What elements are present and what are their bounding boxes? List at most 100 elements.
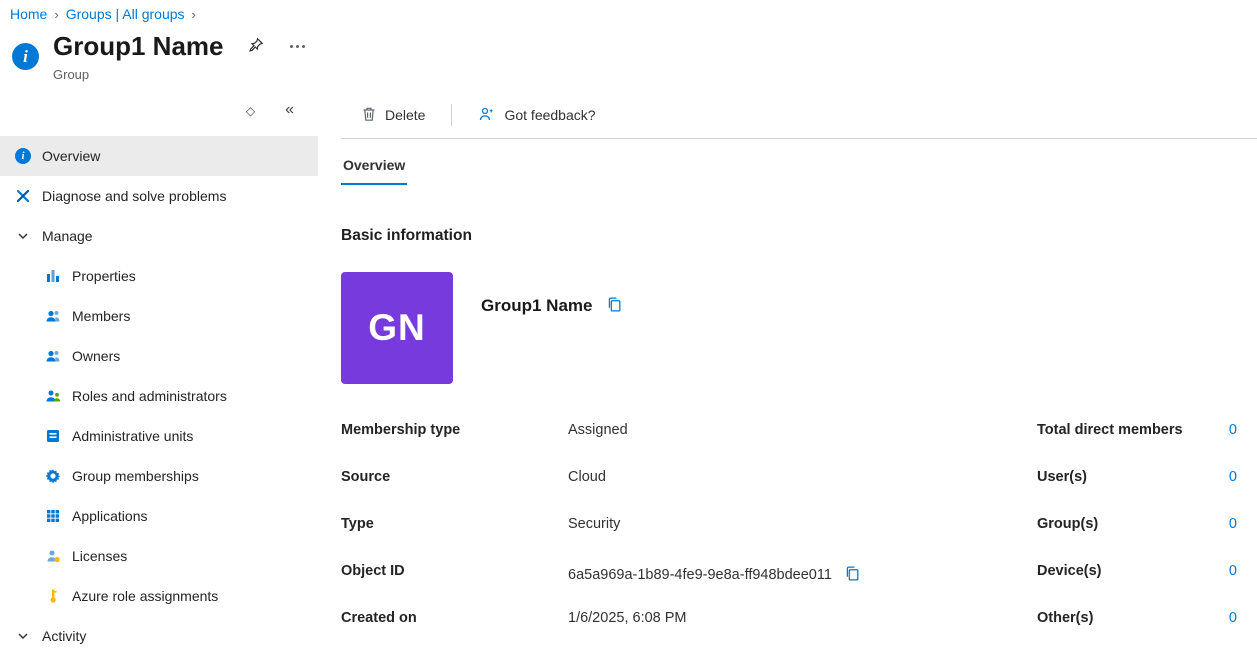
field-value-object-id: 6a5a969a-1b89-4fe9-9e8a-ff948bdee011 [568,561,1037,587]
sidebar-item-properties[interactable]: Properties [0,256,318,296]
sidebar-section-manage[interactable]: Manage [0,216,318,256]
field-label: Membership type [341,422,461,438]
more-options-button[interactable] [288,41,307,52]
group-resource-icon: i [12,43,39,70]
feedback-button[interactable]: Got feedback? [470,100,603,131]
stat-label: Device(s) [1037,563,1102,579]
copy-object-id-button[interactable] [842,563,863,587]
stat-label: User(s) [1037,469,1087,485]
breadcrumb-home-link[interactable]: Home [10,6,47,22]
people-icon [44,307,62,325]
tab-overview[interactable]: Overview [341,157,408,185]
sidebar-item-group-memberships[interactable]: Group memberships [0,456,318,496]
stat-value-link[interactable]: 0 [1229,422,1237,438]
sidebar-item-label: Members [72,308,131,324]
sidebar-item-owners[interactable]: Owners [0,336,318,376]
resize-menu-icon[interactable] [242,101,259,120]
delete-button[interactable]: Delete [353,100,433,131]
sidebar-item-licenses[interactable]: Licenses [0,536,318,576]
field-label: Object ID [341,563,405,579]
sidebar-section-label: Manage [42,228,93,244]
roles-icon [44,387,62,405]
licenses-icon [44,547,62,565]
sidebar-item-label: Group memberships [72,468,199,484]
feedback-icon [478,106,496,125]
toolbar-divider [451,104,453,126]
feedback-label: Got feedback? [504,107,596,123]
field-label: Source [341,469,391,485]
field-value: 1/6/2025, 6:08 PM [568,610,687,626]
group-overview-page: Home › Groups | All groups › i Group1 Na… [0,0,1257,665]
resource-type-label: Group [53,67,90,82]
stat-value-link[interactable]: 0 [1229,610,1237,626]
sidebar-item-label: Licenses [72,548,128,564]
stat-row: Group(s) 0 [1037,514,1237,532]
main-panel: Delete Got feedback? Overview Basic info… [318,92,1257,665]
sidebar-item-label: Administrative units [72,428,194,444]
field-value: Assigned [568,422,628,438]
chevron-down-icon [14,627,32,645]
stat-label: Total direct members [1037,422,1183,438]
breadcrumb-separator: › [54,6,59,22]
delete-label: Delete [385,107,426,123]
copy-name-button[interactable] [604,294,625,318]
collapse-menu-icon[interactable] [281,99,298,121]
stat-value-link[interactable]: 0 [1229,469,1237,485]
page-header: i Group1 Name Group [0,22,1257,92]
sidebar-item-administrative-units[interactable]: Administrative units [0,416,318,456]
sidebar-item-diagnose[interactable]: Diagnose and solve problems [0,176,318,216]
sidebar-item-label: Diagnose and solve problems [42,188,227,204]
grid-icon [44,507,62,525]
people-icon [44,347,62,365]
sidebar-item-label: Azure role assignments [72,588,219,604]
sidebar-item-overview[interactable]: i Overview [0,136,318,176]
stat-row: Total direct members 0 [1037,420,1237,438]
sidebar-item-azure-role-assignments[interactable]: Azure role assignments [0,576,318,616]
field-label: Created on [341,610,417,626]
gear-icon [44,467,62,485]
field-value: Security [568,516,621,532]
sidebar-item-label: Overview [42,148,101,164]
stat-value-link[interactable]: 0 [1229,563,1237,579]
chevron-down-icon [14,227,32,245]
field-value: Cloud [568,469,606,485]
breadcrumb-separator: › [191,6,196,22]
sidebar-item-label: Owners [72,348,121,364]
sidebar-item-roles-administrators[interactable]: Roles and administrators [0,376,318,416]
sidebar-item-label: Roles and administrators [72,388,227,404]
stat-row: Other(s) 0 [1037,608,1237,626]
command-bar: Delete Got feedback? [341,92,1257,139]
pin-button[interactable] [246,35,266,58]
page-title: Group1 Name [53,31,224,61]
breadcrumb-groups-link[interactable]: Groups | All groups [66,6,185,22]
group-avatar: GN [341,272,453,384]
group-identity: GN Group1 Name [341,272,1257,384]
sidebar-section-activity[interactable]: Activity [0,616,318,656]
stat-value-link[interactable]: 0 [1229,516,1237,532]
sidebar-item-members[interactable]: Members [0,296,318,336]
sidebar-item-label: Properties [72,268,136,284]
admin-units-icon [44,427,62,445]
pin-icon [248,37,264,56]
trash-icon [361,106,377,125]
copy-icon [844,565,861,585]
sidebar-item-label: Applications [72,508,148,524]
basic-information-grid: Membership type Assigned Total direct me… [341,420,1257,655]
properties-icon [44,267,62,285]
breadcrumb: Home › Groups | All groups › [0,0,1257,22]
field-label: Type [341,516,374,532]
diagnose-icon [14,187,32,205]
sidebar-item-applications[interactable]: Applications [0,496,318,536]
sidebar-controls [0,92,318,128]
group-name: Group1 Name [481,296,593,315]
tab-bar: Overview [341,157,1257,185]
stat-row: Device(s) 0 [1037,561,1237,579]
sidebar-section-label: Activity [42,628,87,644]
info-icon: i [14,147,32,165]
stat-label: Group(s) [1037,516,1099,532]
stat-row: User(s) 0 [1037,467,1237,485]
stat-label: Other(s) [1037,610,1094,626]
sidebar-nav: i Overview Diagnose and solve problems M… [0,136,318,656]
section-title: Basic information [341,227,472,244]
copy-icon [606,296,623,316]
